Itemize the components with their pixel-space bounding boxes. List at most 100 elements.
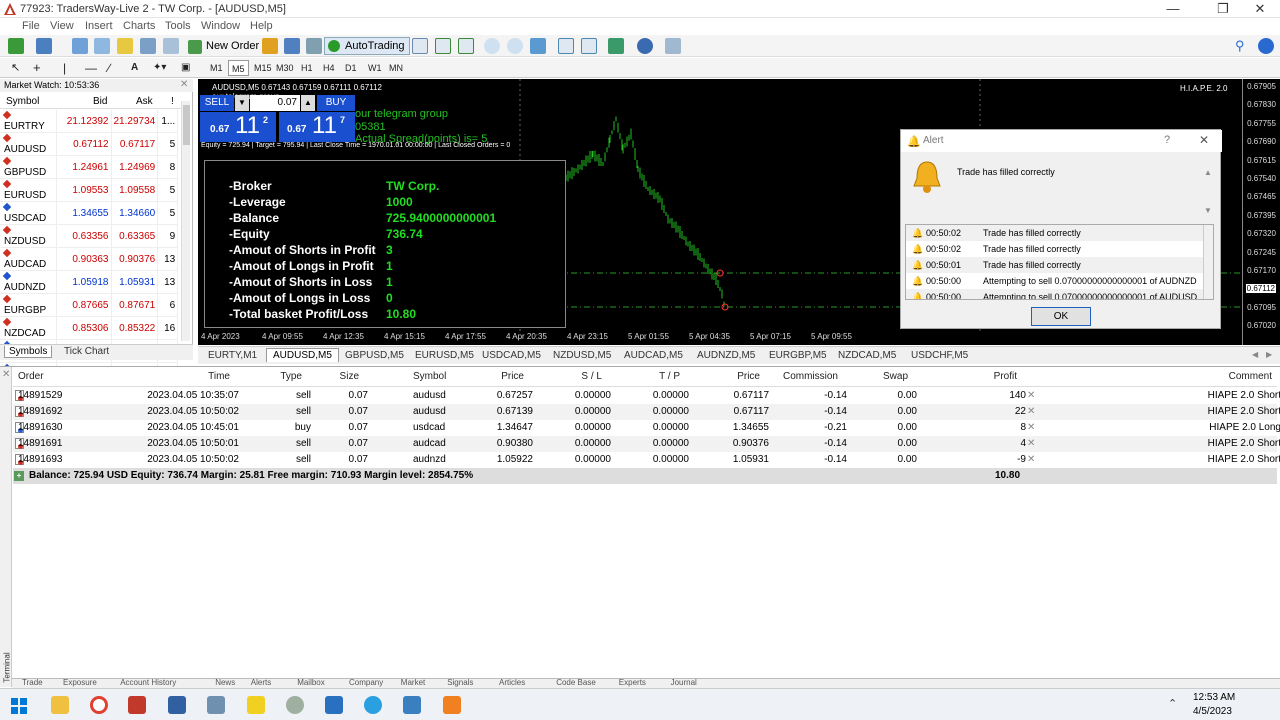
terminal-column-header[interactable]: Comment (1229, 371, 1272, 382)
chart-tab[interactable]: USDCHF,M5 (911, 350, 968, 361)
tf-w1[interactable]: W1 (365, 60, 385, 76)
sticky-notes-icon[interactable] (247, 696, 265, 714)
tf-m15[interactable]: M15 (251, 60, 275, 76)
profiles-icon[interactable] (36, 38, 52, 54)
alert-history-list[interactable]: 🔔 00:50:02 Trade has filled correctly 🔔 00:5… (905, 224, 1214, 300)
calculator-icon[interactable] (207, 696, 225, 714)
lot-input[interactable]: 0.07 (250, 95, 300, 111)
vlc-icon[interactable] (443, 696, 461, 714)
market-watch-scrollbar[interactable] (181, 101, 190, 341)
show-hidden-icons[interactable]: ⌃ (1168, 697, 1177, 710)
chrome-icon[interactable] (90, 696, 108, 714)
terminal-column-header[interactable]: Price (737, 371, 760, 382)
chart-tab[interactable]: USDCAD,M5 (482, 350, 541, 361)
terminal-tab[interactable]: Articles (499, 678, 525, 688)
terminal-tab[interactable]: News (215, 678, 235, 688)
chart-tab[interactable]: NZDUSD,M5 (553, 350, 611, 361)
maximize-button[interactable]: ❐ (1208, 1, 1238, 17)
windows-start-icon[interactable] (11, 698, 27, 714)
close-icon[interactable]: ✕ (180, 79, 188, 90)
tf-d1[interactable]: D1 (342, 60, 360, 76)
terminal-column-header[interactable]: Profit (994, 371, 1017, 382)
app-icon[interactable] (403, 696, 421, 714)
terminal-column-header[interactable]: Type (280, 371, 302, 382)
tab-scroll-left-icon[interactable]: ◀ (1252, 350, 1258, 359)
terminal-column-header[interactable]: Size (340, 371, 359, 382)
chat-icon[interactable] (1258, 38, 1274, 54)
menu-charts[interactable]: Charts (123, 20, 155, 32)
market-watch-row[interactable]: AUDCAD 0.90363 0.90376 13 (0, 247, 179, 271)
data-window-icon[interactable] (94, 38, 110, 54)
chart-tab[interactable]: NZDCAD,M5 (838, 350, 896, 361)
terminal-tab[interactable]: Account History (120, 678, 176, 688)
label-icon[interactable]: ▣ (178, 60, 193, 76)
chart-tab[interactable]: EURTY,M1 (208, 350, 257, 361)
tf-h1[interactable]: H1 (298, 60, 316, 76)
market-watch-row[interactable]: EURTRY 21.12392 21.29734 1... (0, 110, 179, 133)
tf-mn[interactable]: MN (386, 60, 406, 76)
terminal-column-header[interactable]: Swap (883, 371, 908, 382)
sell-button[interactable]: SELL (200, 95, 234, 111)
market-watch-row[interactable]: EURGBP 0.87665 0.87671 6 (0, 293, 179, 317)
zoom-in-icon[interactable] (484, 38, 500, 54)
shapes-icon[interactable]: ✦▾ (150, 60, 169, 76)
buy-button[interactable]: BUY (317, 95, 355, 111)
terminal-tab[interactable]: Mailbox (297, 678, 325, 688)
alert-list-scrollbar[interactable] (1203, 225, 1213, 299)
strategy-tester-icon[interactable] (163, 38, 179, 54)
market-watch-row[interactable]: NZDCAD 0.85306 0.85322 16 (0, 316, 179, 340)
trendline-icon[interactable]: ∕ (105, 60, 113, 76)
bar-chart-icon[interactable] (412, 38, 428, 54)
chart-tab-active[interactable]: AUDUSD,M5 (266, 348, 339, 362)
alert-entry[interactable]: 🔔 00:50:00 Attempting to sell 0.0700000000… (906, 289, 1204, 299)
order-row[interactable]: 14891692 2023.04.05 10:50:02 sell 0.07 audus… (13, 404, 1280, 420)
buy-price-panel[interactable]: 0.67 11 7 (279, 112, 355, 142)
close-order-icon[interactable]: ✕ (1027, 438, 1035, 449)
market-watch-row[interactable]: AUDUSD 0.67112 0.67117 5 (0, 132, 179, 156)
terminal-tab[interactable]: Exposure (63, 678, 97, 688)
terminal-column-header[interactable]: Price (501, 371, 524, 382)
candlestick-icon[interactable] (435, 38, 451, 54)
horizontal-line-icon[interactable]: — (82, 60, 100, 76)
lot-up-button[interactable]: ▲ (301, 95, 315, 111)
alert-close-button[interactable]: ✕ (1199, 133, 1209, 147)
terminal-tab[interactable]: Market (401, 678, 425, 688)
chart-tab[interactable]: EURGBP,M5 (769, 350, 827, 361)
terminal-column-header[interactable]: S / L (581, 371, 602, 382)
message-scroll-down-icon[interactable]: ▼ (1204, 206, 1212, 215)
ok-button[interactable]: OK (1031, 307, 1091, 326)
file-explorer-icon[interactable] (51, 696, 69, 714)
menu-help[interactable]: Help (250, 20, 273, 32)
market-icon[interactable] (306, 38, 322, 54)
terminal-tab[interactable]: Code Base (556, 678, 596, 688)
terminal-column-header[interactable]: Symbol (413, 371, 446, 382)
app-icon[interactable] (168, 696, 186, 714)
alert-entry[interactable]: 🔔 00:50:02 Trade has filled correctly (906, 225, 1204, 241)
autoscroll-icon[interactable] (581, 38, 597, 54)
telegram-icon[interactable] (364, 696, 382, 714)
market-watch-row[interactable]: NZDUSD 0.63356 0.63365 9 (0, 224, 179, 248)
metaeditor-icon[interactable] (262, 38, 278, 54)
chart-shift-icon[interactable] (558, 38, 574, 54)
col-symbol[interactable]: Symbol (6, 96, 39, 107)
tf-h4[interactable]: H4 (320, 60, 338, 76)
app-icon[interactable] (286, 696, 304, 714)
terminal-tab[interactable]: Experts (619, 678, 646, 688)
tab-scroll-right-icon[interactable]: ▶ (1266, 350, 1272, 359)
tile-windows-icon[interactable] (530, 38, 546, 54)
alert-entry[interactable]: 🔔 00:50:00 Attempting to sell 0.0700000000… (906, 273, 1204, 289)
line-chart-icon[interactable] (458, 38, 474, 54)
menu-file[interactable]: File (22, 20, 40, 32)
terminal-close-icon[interactable]: ✕ (2, 369, 10, 380)
alert-entry[interactable]: 🔔 00:50:01 Trade has filled correctly (906, 257, 1204, 273)
vertical-line-icon[interactable]: | (60, 60, 69, 76)
terminal-column-header[interactable]: Order (18, 371, 44, 382)
tf-m1[interactable]: M1 (207, 60, 226, 76)
market-watch-row[interactable]: AUDNZD 1.05918 1.05931 13 (0, 270, 179, 294)
market-watch-row[interactable]: EURUSD 1.09553 1.09558 5 (0, 178, 179, 202)
terminal-tab[interactable]: Company (349, 678, 383, 688)
menu-insert[interactable]: Insert (85, 20, 113, 32)
indicators-icon[interactable] (608, 38, 624, 54)
metatrader-icon[interactable] (128, 696, 146, 714)
clock-time[interactable]: 12:53 AM (1193, 692, 1235, 703)
